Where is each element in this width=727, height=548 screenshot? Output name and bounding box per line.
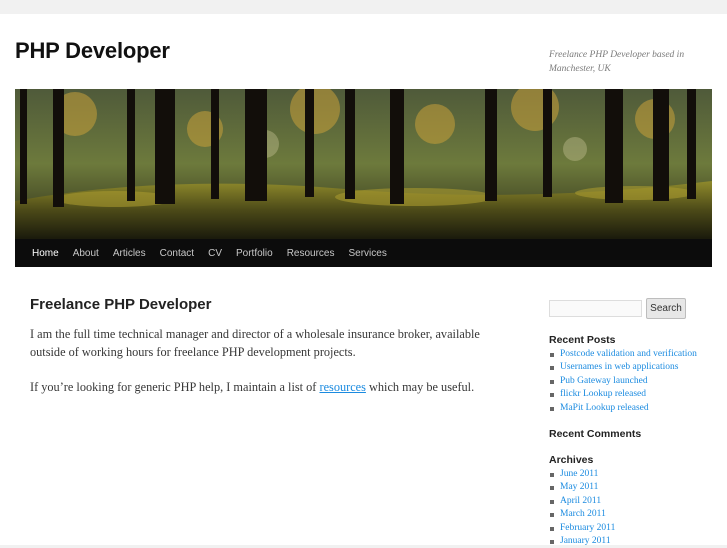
list-item: April 2011	[549, 495, 615, 508]
list-item: flickr Lookup released	[549, 388, 697, 401]
post-paragraph-2: If you’re looking for generic PHP help, …	[30, 378, 510, 396]
recent-post-link[interactable]: MaPit Lookup released	[560, 403, 649, 413]
nav-articles[interactable]: Articles	[113, 248, 146, 259]
list-item: Postcode validation and verification	[549, 348, 697, 361]
archive-link[interactable]: May 2011	[560, 482, 598, 492]
nav-resources[interactable]: Resources	[287, 248, 335, 259]
list-item: January 2011	[549, 535, 615, 548]
recent-posts-list: Postcode validation and verification Use…	[549, 348, 697, 415]
nav-cv[interactable]: CV	[208, 248, 222, 259]
paragraph-text-after: which may be useful.	[365, 380, 475, 394]
nav-contact[interactable]: Contact	[160, 248, 194, 259]
list-item: February 2011	[549, 522, 615, 535]
list-item: MaPit Lookup released	[549, 402, 697, 415]
recent-post-link[interactable]: Usernames in web applications	[560, 362, 678, 372]
list-item: June 2011	[549, 468, 615, 481]
archive-link[interactable]: March 2011	[560, 509, 606, 519]
nav-home[interactable]: Home	[32, 248, 59, 259]
list-item: May 2011	[549, 481, 615, 494]
archive-link[interactable]: April 2011	[560, 496, 601, 506]
post-title[interactable]: Freelance PHP Developer	[30, 296, 211, 313]
site-title[interactable]: PHP Developer	[15, 38, 170, 64]
site-tagline: Freelance PHP Developer based in Manches…	[549, 50, 685, 74]
archive-link[interactable]: June 2011	[560, 469, 598, 479]
recent-post-link[interactable]: Pub Gateway launched	[560, 376, 648, 386]
recent-posts-title: Recent Posts	[549, 334, 616, 346]
nav-services[interactable]: Services	[349, 248, 387, 259]
recent-post-link[interactable]: Postcode validation and verification	[560, 349, 697, 359]
nav-about[interactable]: About	[73, 248, 99, 259]
post-paragraph-1: I am the full time technical manager and…	[30, 327, 480, 359]
resources-link[interactable]: resources	[319, 380, 365, 394]
main-nav: Home About Articles Contact CV Portfolio…	[15, 239, 712, 267]
recent-comments-title: Recent Comments	[549, 428, 642, 440]
list-item: Pub Gateway launched	[549, 375, 697, 388]
archives-list: June 2011 May 2011 April 2011 March 2011…	[549, 468, 615, 548]
page: PHP Developer Freelance PHP Developer ba…	[0, 14, 727, 548]
search-input[interactable]	[549, 300, 642, 317]
archive-link[interactable]: February 2011	[560, 523, 615, 533]
list-item: Usernames in web applications	[549, 361, 697, 374]
recent-post-link[interactable]: flickr Lookup released	[560, 389, 646, 399]
archives-title: Archives	[549, 454, 594, 466]
list-item: March 2011	[549, 508, 615, 521]
nav-portfolio[interactable]: Portfolio	[236, 248, 273, 259]
paragraph-text-before: If you’re looking for generic PHP help, …	[30, 380, 320, 394]
header-image	[15, 89, 712, 239]
search-button[interactable]: Search	[646, 298, 686, 319]
